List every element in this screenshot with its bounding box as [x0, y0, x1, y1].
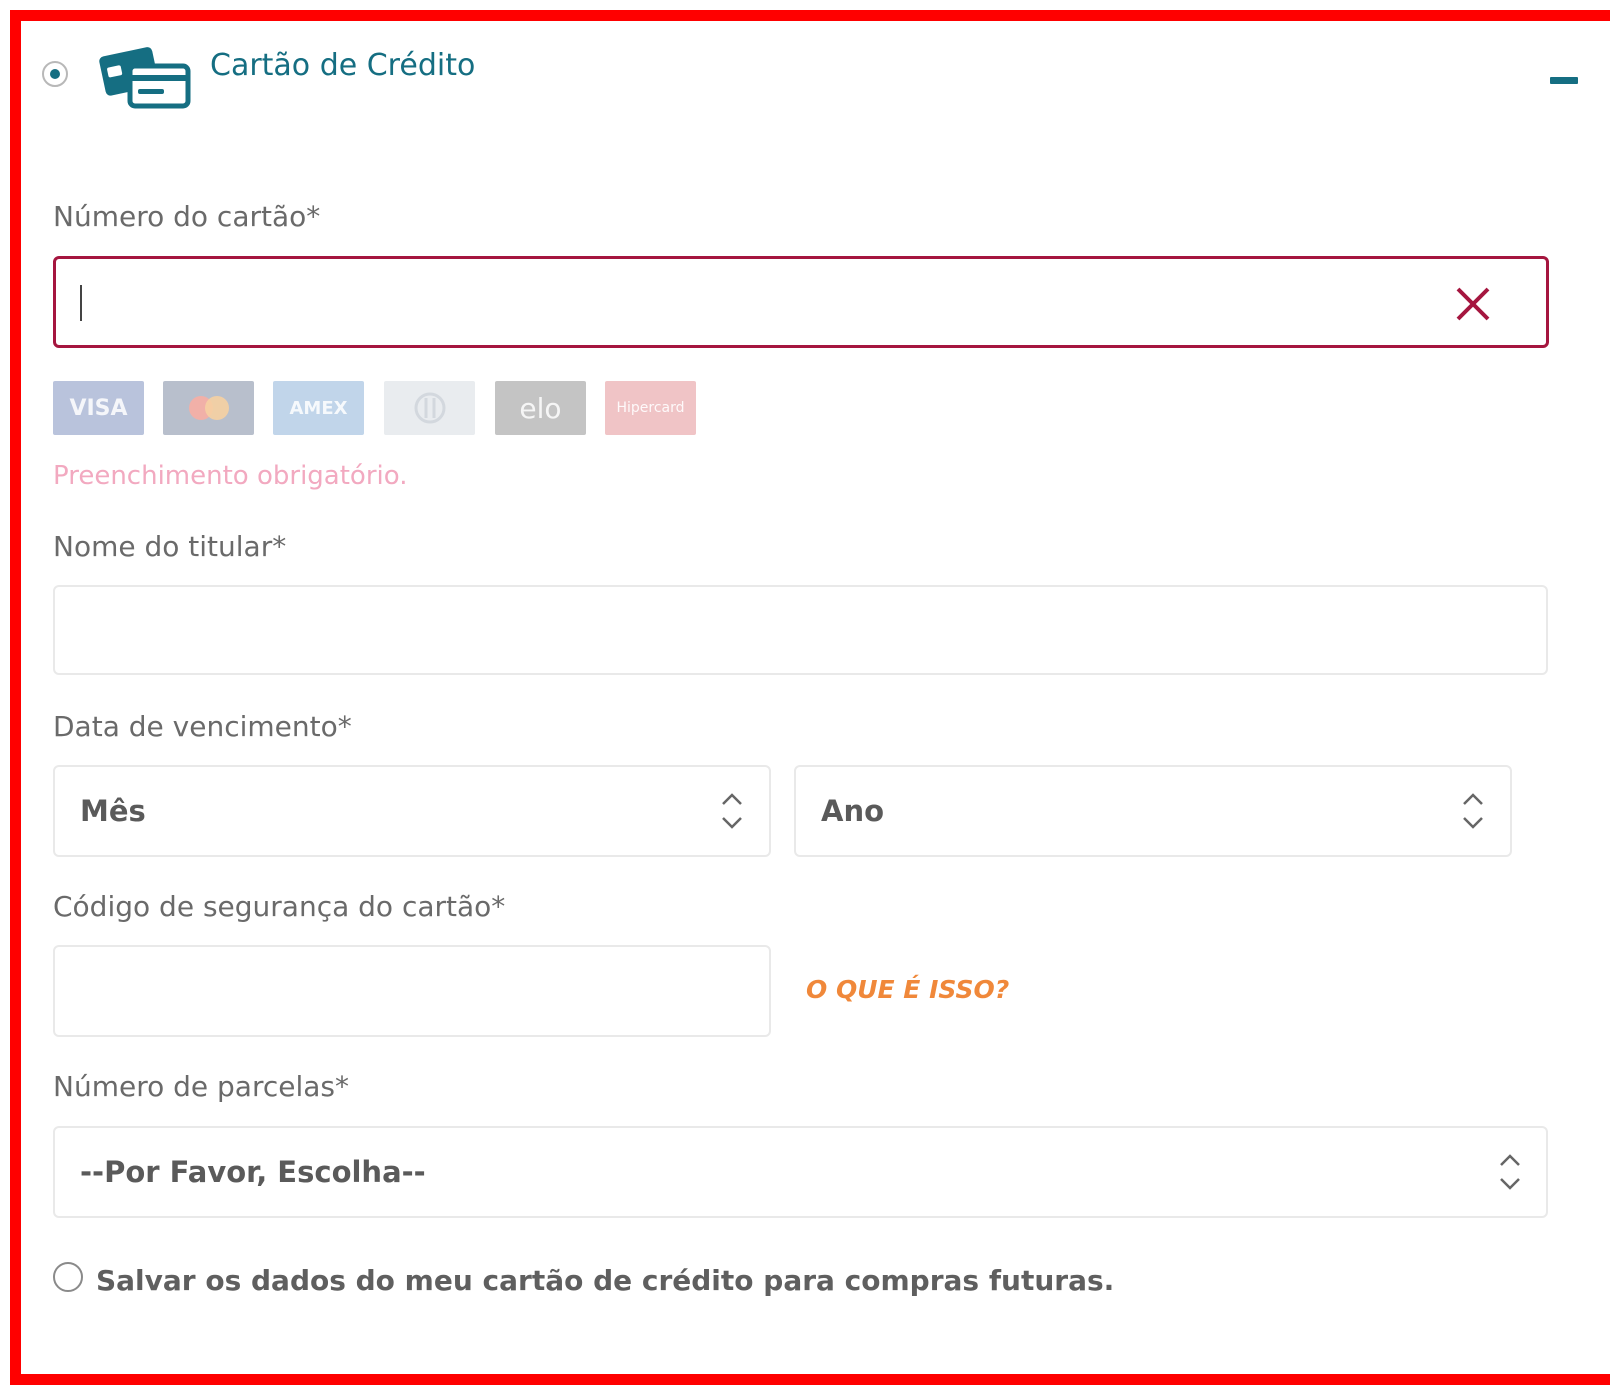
elo-logo: elo — [495, 381, 586, 435]
expiry-month-select[interactable]: Mês — [53, 765, 771, 857]
credit-cards-icon — [99, 47, 191, 109]
security-code-help-link[interactable]: O QUE É ISSO? — [806, 975, 1009, 1004]
security-code-input[interactable] — [53, 945, 771, 1037]
minus-icon[interactable] — [1550, 77, 1578, 84]
expiry-date-label: Data de vencimento* — [53, 710, 352, 743]
card-number-label: Número do cartão* — [53, 200, 321, 233]
installments-label: Número de parcelas* — [53, 1070, 349, 1103]
payment-method-title[interactable]: Cartão de Crédito — [210, 48, 475, 83]
installments-select[interactable]: --Por Favor, Escolha-- — [53, 1126, 1548, 1218]
card-number-error: Preenchimento obrigatório. — [53, 461, 408, 491]
visa-logo: VISA — [53, 381, 144, 435]
text-caret — [80, 285, 82, 321]
up-down-chevron-icon — [1500, 1154, 1520, 1190]
mastercard-logo — [163, 381, 254, 435]
diners-circle-icon — [414, 392, 445, 424]
close-icon[interactable] — [1454, 285, 1492, 323]
diners-logo — [384, 381, 475, 435]
mastercard-circles-icon — [188, 396, 229, 420]
save-card-radio[interactable] — [53, 1262, 83, 1292]
amex-logo: AMEX — [273, 381, 364, 435]
up-down-chevron-icon — [1463, 793, 1483, 829]
security-code-label: Código de segurança do cartão* — [53, 890, 506, 923]
save-card-label[interactable]: Salvar os dados do meu cartão de crédito… — [96, 1264, 1114, 1297]
installments-value: --Por Favor, Escolha-- — [80, 1155, 426, 1189]
up-down-chevron-icon — [722, 793, 742, 829]
holder-name-label: Nome do titular* — [53, 530, 287, 563]
holder-name-input[interactable] — [53, 585, 1548, 675]
credit-card-payment-radio[interactable] — [42, 61, 68, 87]
expiry-year-select[interactable]: Ano — [794, 765, 1512, 857]
hipercard-logo: Hipercard — [605, 381, 696, 435]
expiry-year-value: Ano — [821, 794, 885, 828]
expiry-month-value: Mês — [80, 794, 146, 828]
card-number-input[interactable] — [53, 256, 1549, 348]
